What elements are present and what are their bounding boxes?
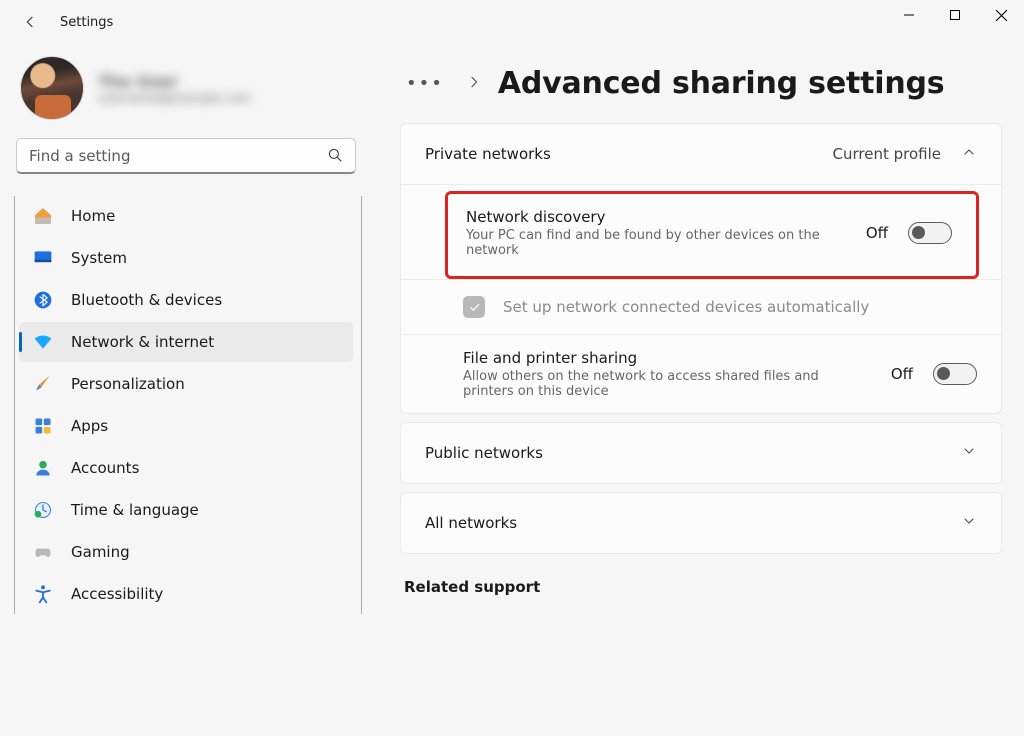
chevron-up-icon xyxy=(961,144,977,164)
public-networks-header[interactable]: Public networks xyxy=(401,423,1001,483)
accessibility-icon xyxy=(33,584,53,604)
main-content: ••• Advanced sharing settings Private ne… xyxy=(370,44,1024,736)
setting-title: Network discovery xyxy=(466,208,846,226)
checkbox-label: Set up network connected devices automat… xyxy=(503,298,869,316)
gamepad-icon xyxy=(33,542,53,562)
chevron-down-icon xyxy=(961,513,977,533)
file-printer-toggle[interactable] xyxy=(933,363,977,385)
card-title: All networks xyxy=(425,514,517,532)
toggle-state-label: Off xyxy=(891,365,913,383)
sidebar-item-label: Bluetooth & devices xyxy=(71,291,222,309)
sidebar-item-label: Time & language xyxy=(71,501,199,519)
breadcrumb: ••• Advanced sharing settings xyxy=(400,66,1002,101)
apps-icon xyxy=(33,416,53,436)
sidebar-item-apps[interactable]: Apps xyxy=(19,406,353,446)
back-button[interactable] xyxy=(14,6,46,38)
network-discovery-highlight: Network discovery Your PC can find and b… xyxy=(445,191,979,279)
sidebar-item-network[interactable]: Network & internet xyxy=(19,322,353,362)
search-input[interactable] xyxy=(16,138,356,174)
auto-setup-row: Set up network connected devices automat… xyxy=(401,279,1001,334)
sidebar-item-label: Accounts xyxy=(71,459,139,477)
all-networks-card: All networks xyxy=(400,492,1002,554)
auto-setup-checkbox[interactable] xyxy=(463,296,485,318)
card-title: Private networks xyxy=(425,145,551,163)
maximize-button[interactable] xyxy=(932,0,978,30)
search-icon xyxy=(326,146,344,168)
network-discovery-row: Network discovery Your PC can find and b… xyxy=(448,194,976,272)
page-title: Advanced sharing settings xyxy=(498,66,945,101)
sidebar-item-label: Home xyxy=(71,207,115,225)
sidebar-item-bluetooth[interactable]: Bluetooth & devices xyxy=(19,280,353,320)
private-networks-header[interactable]: Private networks Current profile xyxy=(401,124,1001,184)
profile-text: The User username@example.com xyxy=(98,72,251,105)
title-bar: Settings xyxy=(0,0,1024,44)
chevron-down-icon xyxy=(961,443,977,463)
private-networks-card: Private networks Current profile Network… xyxy=(400,123,1002,414)
sidebar-item-accessibility[interactable]: Accessibility xyxy=(19,574,353,614)
system-icon xyxy=(33,248,53,268)
file-printer-sharing-row: File and printer sharing Allow others on… xyxy=(401,334,1001,413)
public-networks-card: Public networks xyxy=(400,422,1002,484)
home-icon xyxy=(33,206,53,226)
sidebar-item-label: System xyxy=(71,249,127,267)
close-button[interactable] xyxy=(978,0,1024,30)
sidebar-item-system[interactable]: System xyxy=(19,238,353,278)
sidebar-item-label: Apps xyxy=(71,417,108,435)
sidebar-item-label: Accessibility xyxy=(71,585,163,603)
setting-title: File and printer sharing xyxy=(463,349,871,367)
wifi-icon xyxy=(33,332,53,352)
toggle-state-label: Off xyxy=(866,224,888,242)
sidebar-item-label: Gaming xyxy=(71,543,130,561)
network-discovery-toggle[interactable] xyxy=(908,222,952,244)
current-profile-label: Current profile xyxy=(833,145,942,163)
brush-icon xyxy=(33,374,53,394)
sidebar-item-accounts[interactable]: Accounts xyxy=(19,448,353,488)
card-title: Public networks xyxy=(425,444,543,462)
sidebar-item-time-language[interactable]: Time & language xyxy=(19,490,353,530)
avatar xyxy=(20,56,84,120)
window-title: Settings xyxy=(60,15,113,30)
sidebar-item-label: Personalization xyxy=(71,375,185,393)
sidebar-item-personalization[interactable]: Personalization xyxy=(19,364,353,404)
chevron-right-icon xyxy=(466,74,482,94)
sidebar-item-label: Network & internet xyxy=(71,333,214,351)
globe-clock-icon xyxy=(33,500,53,520)
breadcrumb-overflow-button[interactable]: ••• xyxy=(400,69,450,98)
setting-description: Allow others on the network to access sh… xyxy=(463,369,823,399)
all-networks-header[interactable]: All networks xyxy=(401,493,1001,553)
related-support-heading: Related support xyxy=(404,578,1002,596)
person-icon xyxy=(33,458,53,478)
minimize-button[interactable] xyxy=(886,0,932,30)
sidebar-item-gaming[interactable]: Gaming xyxy=(19,532,353,572)
sidebar-item-home[interactable]: Home xyxy=(19,196,353,236)
setting-description: Your PC can find and be found by other d… xyxy=(466,228,826,258)
bluetooth-icon xyxy=(33,290,53,310)
profile-block[interactable]: The User username@example.com xyxy=(14,56,362,120)
sidebar: The User username@example.com Home Syste… xyxy=(0,44,370,736)
